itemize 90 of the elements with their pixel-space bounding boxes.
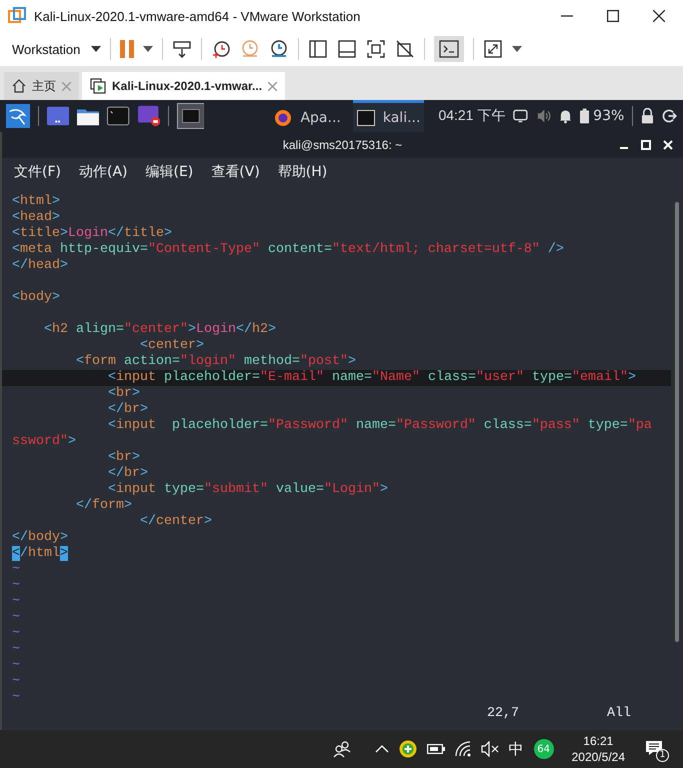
terminal-icon[interactable] [107, 106, 130, 126]
volume-icon[interactable] [536, 108, 551, 124]
tilde-marker: ~ [12, 578, 20, 593]
panel-clock[interactable]: 04:21 下午 [438, 107, 506, 125]
close-icon[interactable] [653, 10, 665, 22]
input-method-indicator[interactable]: 中 [508, 740, 524, 758]
taskbar-time[interactable]: 16:21 [583, 733, 614, 749]
code-line: </html> [11, 546, 69, 562]
fullscreen-icon[interactable] [366, 39, 386, 59]
thumbnail-view-icon[interactable] [337, 39, 358, 59]
vm-tab[interactable]: 主页 [4, 72, 79, 100]
caret-icon[interactable] [143, 46, 154, 52]
code-line: <body> [11, 290, 61, 306]
terminal-title: kali@sms20175316: ~ [282, 138, 402, 152]
workspace-icon[interactable] [46, 106, 70, 126]
code-line: </br> [106, 466, 149, 482]
code-line: </center> [138, 514, 213, 530]
tilde-marker: ~ [12, 642, 20, 657]
plus-circle-icon[interactable] [398, 740, 417, 758]
wifi-icon[interactable] [454, 741, 471, 757]
code-line: <input placeholder="Password" name="Password" class="pass" type="pa [106, 418, 653, 434]
people-icon[interactable] [332, 740, 351, 758]
menu-item[interactable]: 文件(F) [14, 163, 61, 181]
code-line: <head> [11, 210, 61, 226]
screen-recorder-icon[interactable] [138, 105, 160, 127]
code-line: </head> [11, 258, 69, 274]
code-line: <form action="login" method="post"> [74, 354, 357, 370]
stretch-icon[interactable] [483, 39, 504, 59]
lock-icon[interactable] [641, 108, 654, 124]
code-line: <html> [11, 194, 61, 210]
code-line: </body> [11, 530, 69, 546]
vm-tab[interactable]: Kali-Linux-2020.1-vmwar... [82, 72, 286, 100]
vm-icon [90, 78, 106, 94]
tilde-marker: ~ [12, 674, 20, 689]
code-line: <title>Login</title> [11, 226, 173, 242]
send-keys-icon[interactable] [172, 39, 192, 59]
scrollbar[interactable] [675, 202, 679, 642]
tilde-marker: ~ [12, 626, 20, 641]
task-button[interactable]: kali... [352, 100, 424, 132]
logout-icon[interactable] [662, 108, 677, 124]
maximize-icon[interactable] [607, 10, 619, 22]
workstation-menu[interactable]: Workstation [10, 40, 82, 58]
window-preview-icon[interactable] [176, 102, 204, 130]
app-logo-icon [8, 7, 26, 25]
tilde-marker: ~ [12, 562, 20, 577]
tab-label: 主页 [32, 78, 56, 94]
tilde-marker: ~ [12, 658, 20, 673]
code-line: </br> [106, 402, 149, 418]
taskbar-date[interactable]: 2020/5/24 [572, 749, 625, 765]
tilde-marker: ~ [12, 690, 20, 705]
caret-icon[interactable] [91, 46, 102, 52]
task-button[interactable]: Apa... [270, 100, 345, 132]
notification-count: 1 [656, 749, 669, 762]
sidebar-view-icon[interactable] [308, 39, 328, 59]
code-line: <br> [106, 450, 141, 466]
home-icon [12, 79, 26, 93]
menu-item[interactable]: 帮助(H) [278, 163, 328, 181]
code-line: <center> [138, 338, 205, 354]
console-view-button[interactable] [434, 36, 464, 62]
menu-item[interactable]: 查看(V) [211, 163, 260, 181]
battery-icon[interactable] [426, 743, 445, 755]
speaker-muted-icon[interactable] [480, 741, 499, 757]
monitor-icon[interactable] [513, 109, 528, 123]
pause-icon[interactable] [120, 40, 134, 58]
snapshot-manager-icon[interactable] [269, 39, 290, 59]
code-line: </form> [74, 498, 133, 514]
cursor-position: 22,7 [487, 706, 519, 722]
window-title: Kali-Linux-2020.1-vmware-amd64 - VMware Workstation [34, 8, 362, 24]
snapshot-icon[interactable] [211, 39, 232, 59]
bell-icon[interactable] [558, 108, 572, 124]
battery-icon [580, 108, 590, 124]
scroll-position: All [607, 706, 631, 722]
tab-label: Kali-Linux-2020.1-vmwar... [112, 79, 262, 93]
unity-off-icon[interactable] [395, 39, 416, 59]
code-line: <meta http-equiv="Content-Type" content="text/html; charset=utf-8" /> [11, 242, 565, 258]
tilde-marker: ~ [12, 594, 20, 609]
code-line: <br> [106, 386, 141, 402]
menu-item[interactable]: 编辑(E) [146, 163, 194, 181]
code-line: ssword"> [11, 434, 77, 450]
code-line: <input type="submit" value="Login"> [106, 482, 389, 498]
terminal-icon [356, 110, 375, 126]
tilde-marker: ~ [12, 610, 20, 625]
caret-icon[interactable] [512, 46, 522, 52]
code-line: <h2 align="center">Login</h2> [42, 322, 277, 338]
menu-item[interactable]: 动作(A) [78, 163, 128, 181]
battery-percent: 93% [593, 108, 624, 124]
dragon-logo-icon[interactable] [6, 103, 30, 129]
chevron-up-icon[interactable] [374, 745, 389, 753]
browser-icon [274, 108, 292, 126]
message-icon[interactable] [645, 740, 663, 756]
